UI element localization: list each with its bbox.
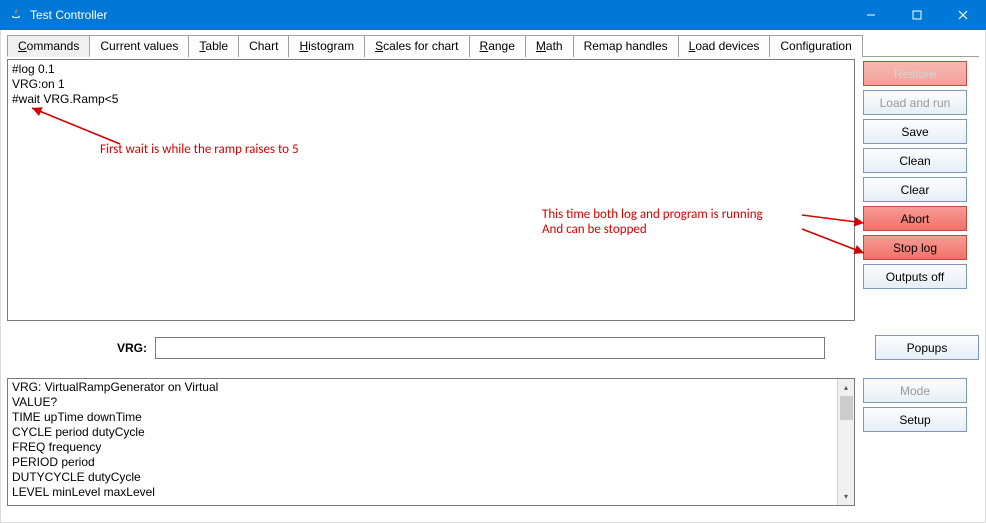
tab-bar: Commands Current values Table Chart Hist… — [7, 34, 979, 57]
log-box: VRG: VirtualRampGenerator on Virtual VAL… — [7, 378, 855, 506]
tab-load-devices[interactable]: Load devices — [678, 35, 771, 57]
maximize-button[interactable] — [894, 0, 940, 30]
scroll-down-icon[interactable]: ▾ — [838, 488, 854, 505]
window-titlebar: Test Controller — [0, 0, 986, 30]
stop-log-button[interactable]: Stop log — [863, 235, 967, 260]
clear-button[interactable]: Clear — [863, 177, 967, 202]
setup-button[interactable]: Setup — [863, 407, 967, 432]
tab-remap[interactable]: Remap handles — [573, 35, 679, 57]
outputs-off-button[interactable]: Outputs off — [863, 264, 967, 289]
tab-configuration[interactable]: Configuration — [769, 35, 862, 57]
restore-button[interactable]: Restore — [863, 61, 967, 86]
tab-range[interactable]: Range — [469, 35, 526, 57]
abort-button[interactable]: Abort — [863, 206, 967, 231]
tab-scales[interactable]: Scales for chart — [364, 35, 469, 57]
window-controls — [848, 0, 986, 30]
tab-chart[interactable]: Chart — [238, 35, 289, 57]
tab-math[interactable]: Math — [525, 35, 574, 57]
log-scrollbar[interactable]: ▴ ▾ — [837, 379, 854, 505]
tab-commands[interactable]: Commands — [7, 35, 90, 57]
tab-histogram[interactable]: Histogram — [288, 35, 365, 57]
popups-button[interactable]: Popups — [875, 335, 979, 360]
java-icon — [8, 7, 24, 23]
load-and-run-button[interactable]: Load and run — [863, 90, 967, 115]
save-button[interactable]: Save — [863, 119, 967, 144]
command-input[interactable] — [155, 337, 825, 359]
side-button-panel: Restore Load and run Save Clean Clear Ab… — [863, 59, 967, 321]
window-title: Test Controller — [30, 8, 848, 22]
scroll-up-icon[interactable]: ▴ — [838, 379, 854, 396]
tab-table[interactable]: Table — [188, 35, 239, 57]
clean-button[interactable]: Clean — [863, 148, 967, 173]
tab-current-values[interactable]: Current values — [89, 35, 189, 57]
command-input-label: VRG: — [7, 341, 147, 355]
mode-button[interactable]: Mode — [863, 378, 967, 403]
command-editor[interactable]: #log 0.1 VRG:on 1 #wait VRG.Ramp<5 — [7, 59, 855, 321]
close-button[interactable] — [940, 0, 986, 30]
minimize-button[interactable] — [848, 0, 894, 30]
scroll-thumb[interactable] — [840, 396, 853, 420]
log-text[interactable]: VRG: VirtualRampGenerator on Virtual VAL… — [8, 379, 837, 505]
